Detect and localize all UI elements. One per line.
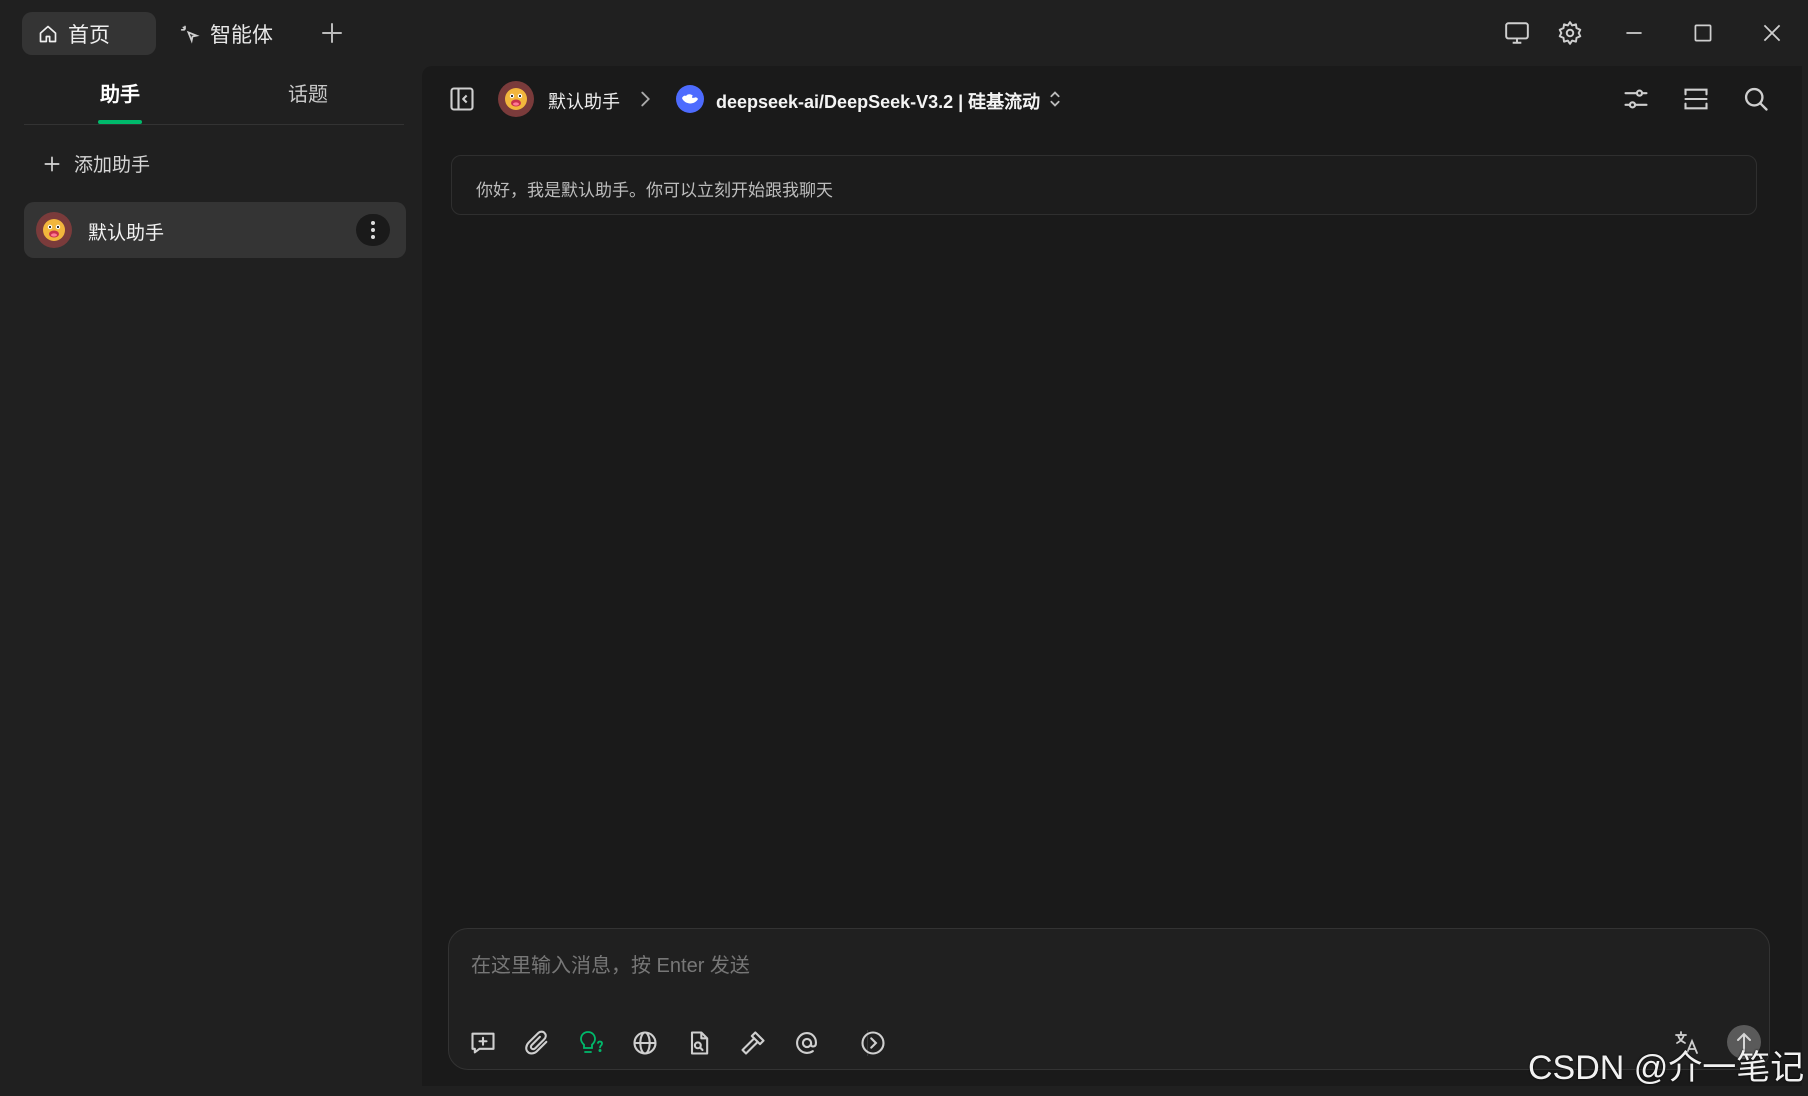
model-selector[interactable]: deepseek-ai/DeepSeek-V3.2 | 硅基流动 xyxy=(716,88,1040,114)
monitor-icon[interactable] xyxy=(1504,20,1530,46)
watermark-text: CSDN @介一笔记 xyxy=(1528,1049,1805,1087)
collapse-sidebar-icon[interactable] xyxy=(448,85,476,113)
plus-icon xyxy=(42,154,62,174)
attachment-paperclip-icon[interactable] xyxy=(523,1029,551,1057)
settings-sliders-icon[interactable] xyxy=(1622,85,1650,113)
knowledge-file-search-icon[interactable] xyxy=(685,1029,713,1057)
breadcrumb-assistant-name[interactable]: 默认助手 xyxy=(548,88,620,114)
home-icon xyxy=(38,24,58,44)
sidebar-tabs: 助手 话题 xyxy=(24,64,404,125)
maximize-icon[interactable] xyxy=(1690,20,1716,46)
chevron-right-icon xyxy=(634,88,656,110)
expand-chevron-right-icon[interactable] xyxy=(859,1029,887,1057)
title-bar: 首页 智能体 xyxy=(0,0,1808,64)
mention-at-icon[interactable] xyxy=(793,1029,821,1057)
layout-toggle-icon[interactable] xyxy=(1682,85,1710,113)
tools-hammer-icon[interactable] xyxy=(739,1029,767,1057)
tab-agents-label: 智能体 xyxy=(210,23,273,47)
smiley-face-avatar-icon xyxy=(36,212,72,248)
new-topic-icon[interactable] xyxy=(469,1029,497,1057)
add-assistant-button[interactable]: 添加助手 xyxy=(42,150,150,177)
smiley-face-avatar-icon[interactable] xyxy=(498,81,534,117)
active-tab-underline xyxy=(98,120,142,124)
deepseek-logo-icon xyxy=(676,85,704,113)
tab-home[interactable]: 首页 xyxy=(22,12,156,55)
sparkle-pointer-icon xyxy=(180,24,200,44)
add-assistant-label: 添加助手 xyxy=(74,155,151,176)
thinking-lightbulb-icon[interactable] xyxy=(577,1029,605,1057)
chat-toolbar: 默认助手 deepseek-ai/DeepSeek-V3.2 | 硅基流动 xyxy=(422,66,1802,132)
tab-topics[interactable]: 话题 xyxy=(288,78,328,107)
settings-gear-icon[interactable] xyxy=(1557,20,1583,46)
more-options-icon[interactable] xyxy=(356,214,390,246)
add-tab-plus-icon[interactable] xyxy=(320,21,344,45)
minimize-icon[interactable] xyxy=(1621,20,1647,46)
chat-panel: 默认助手 deepseek-ai/DeepSeek-V3.2 | 硅基流动 你好… xyxy=(422,66,1802,1086)
tab-agents[interactable]: 智能体 xyxy=(180,12,273,55)
message-input[interactable] xyxy=(469,947,1733,995)
web-search-globe-icon[interactable] xyxy=(631,1029,659,1057)
welcome-message: 你好，我是默认助手。你可以立刻开始跟我聊天 xyxy=(451,155,1757,215)
tab-assistants[interactable]: 助手 xyxy=(100,78,140,107)
search-icon[interactable] xyxy=(1742,85,1770,113)
close-icon[interactable] xyxy=(1759,20,1785,46)
assistant-name: 默认助手 xyxy=(88,223,165,244)
chevron-up-down-icon[interactable] xyxy=(1044,88,1066,110)
tab-home-label: 首页 xyxy=(68,23,110,47)
assistant-list-item[interactable]: 默认助手 xyxy=(24,202,406,258)
sidebar: 助手 话题 添加助手 默认助手 xyxy=(0,64,420,1096)
